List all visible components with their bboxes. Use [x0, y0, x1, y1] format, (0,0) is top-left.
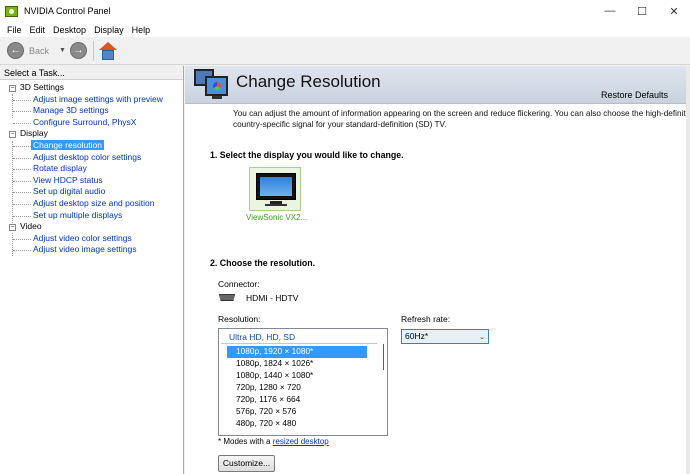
display-settings-icon [194, 69, 229, 101]
tree-category-3d-settings[interactable]: −3D Settings [0, 82, 184, 94]
nvidia-logo-icon [5, 5, 18, 17]
menu-display[interactable]: Display [90, 25, 128, 35]
collapse-toggle-icon[interactable]: − [9, 85, 16, 92]
step-1-heading: 1. Select the display you would like to … [210, 150, 404, 160]
page-description: You can adjust the amount of information… [233, 109, 690, 129]
tree-category-label: 3D Settings [20, 82, 64, 92]
display-selector-card[interactable] [249, 167, 301, 211]
task-panel-header: Select a Task... [0, 66, 183, 80]
menu-desktop[interactable]: Desktop [49, 25, 90, 35]
tree-item-adjust-video-image[interactable]: Adjust video image settings [0, 244, 184, 256]
tree-category-video[interactable]: − Video [0, 221, 184, 233]
back-arrow-icon[interactable]: ← [7, 42, 24, 59]
tree-item-rotate-display[interactable]: Rotate display [0, 163, 184, 175]
maximize-button[interactable]: ☐ [626, 0, 658, 22]
minimize-button[interactable]: — [594, 0, 626, 22]
tree-item-configure-surround[interactable]: Configure Surround, PhysX [0, 117, 184, 129]
tree-item-set-up-digital-audio[interactable]: Set up digital audio [0, 186, 184, 198]
tree-item-change-resolution[interactable]: Change resolution [0, 139, 184, 152]
resolution-label: Resolution: [218, 314, 261, 324]
tree-item-adjust-image-settings[interactable]: Adjust image settings with preview [0, 94, 184, 106]
window-title: NVIDIA Control Panel [24, 6, 111, 16]
page-title: Change Resolution [236, 72, 381, 91]
tree-category-label: Video [20, 221, 42, 232]
history-dropdown-icon[interactable]: ▼ [59, 47, 66, 54]
resolution-option[interactable]: 1080p, 1824 × 1026* [227, 358, 367, 370]
refresh-rate-label: Refresh rate: [401, 314, 451, 324]
tree-item-set-up-multiple-displays[interactable]: Set up multiple displays [0, 210, 184, 222]
back-button-label[interactable]: Back [29, 46, 49, 56]
collapse-toggle-icon[interactable]: − [9, 131, 16, 139]
resolution-list[interactable]: Ultra HD, HD, SD 1080p, 1920 × 1080* 108… [218, 328, 388, 436]
collapse-toggle-icon[interactable]: − [9, 224, 16, 232]
task-tree: −3D Settings Adjust image settings with … [0, 82, 184, 256]
customize-button[interactable]: Customize... [218, 455, 275, 472]
display-name-label[interactable]: ViewSonic VX2... [246, 213, 307, 222]
task-panel: Select a Task... −3D Settings Adjust ima… [0, 66, 184, 474]
resolution-option[interactable]: 576p, 720 × 576 [227, 406, 367, 418]
window-controls: — ☐ ✕ [594, 0, 690, 22]
tree-category-display[interactable]: − Display [0, 128, 184, 140]
tree-item-view-hdcp-status[interactable]: View HDCP status [0, 175, 184, 187]
monitor-icon [256, 173, 296, 200]
list-scrollbar-thumb[interactable] [383, 344, 384, 370]
menu-help[interactable]: Help [128, 25, 155, 35]
title-bar: NVIDIA Control Panel — ☐ ✕ [0, 0, 690, 22]
page-banner: Change Resolution Restore Defaults [185, 66, 690, 104]
tree-item-adjust-desktop-color[interactable]: Adjust desktop color settings [0, 152, 184, 164]
resolution-option-selected[interactable]: 1080p, 1920 × 1080* [227, 346, 367, 358]
menu-edit[interactable]: Edit [26, 25, 50, 35]
connector-value: HDMI - HDTV [246, 293, 299, 303]
resolution-group-header: Ultra HD, HD, SD [229, 332, 296, 342]
refresh-rate-value: 60Hz* [405, 331, 429, 341]
main-content: Change Resolution Restore Defaults You c… [185, 66, 690, 474]
restore-defaults-link[interactable]: Restore Defaults [601, 90, 668, 100]
refresh-rate-dropdown[interactable]: 60Hz* ⌄ [401, 329, 489, 344]
resolution-option[interactable]: 480p, 720 × 480 [227, 418, 367, 430]
toolbar-separator [92, 40, 94, 61]
step-2-heading: 2. Choose the resolution. [210, 258, 316, 268]
resized-desktop-note: * Modes with a resized desktop [218, 437, 329, 446]
menu-file[interactable]: File [3, 25, 26, 35]
hdmi-connector-icon [219, 294, 235, 301]
tree-item-adjust-video-color[interactable]: Adjust video color settings [0, 233, 184, 245]
tree-category-label: Display [20, 128, 48, 139]
tree-item-adjust-desktop-size[interactable]: Adjust desktop size and position [0, 198, 184, 210]
tree-item-manage-3d-settings[interactable]: Manage 3D settings [0, 105, 184, 117]
resolution-option[interactable]: 720p, 1280 × 720 [227, 382, 367, 394]
menu-bar: File Edit Desktop Display Help [0, 22, 690, 37]
resolution-option[interactable]: 1080p, 1440 × 1080* [227, 370, 367, 382]
forward-arrow-icon[interactable]: → [69, 42, 87, 59]
main-scrollbar[interactable] [686, 66, 690, 474]
connector-label: Connector: [218, 279, 260, 289]
resolution-option[interactable]: 720p, 1176 × 664 [227, 394, 367, 406]
close-button[interactable]: ✕ [658, 0, 690, 22]
home-icon[interactable] [98, 41, 118, 61]
resized-desktop-link[interactable]: resized desktop [273, 437, 329, 446]
toolbar: ← Back ▼ → [0, 37, 690, 65]
chevron-down-icon: ⌄ [479, 334, 485, 341]
